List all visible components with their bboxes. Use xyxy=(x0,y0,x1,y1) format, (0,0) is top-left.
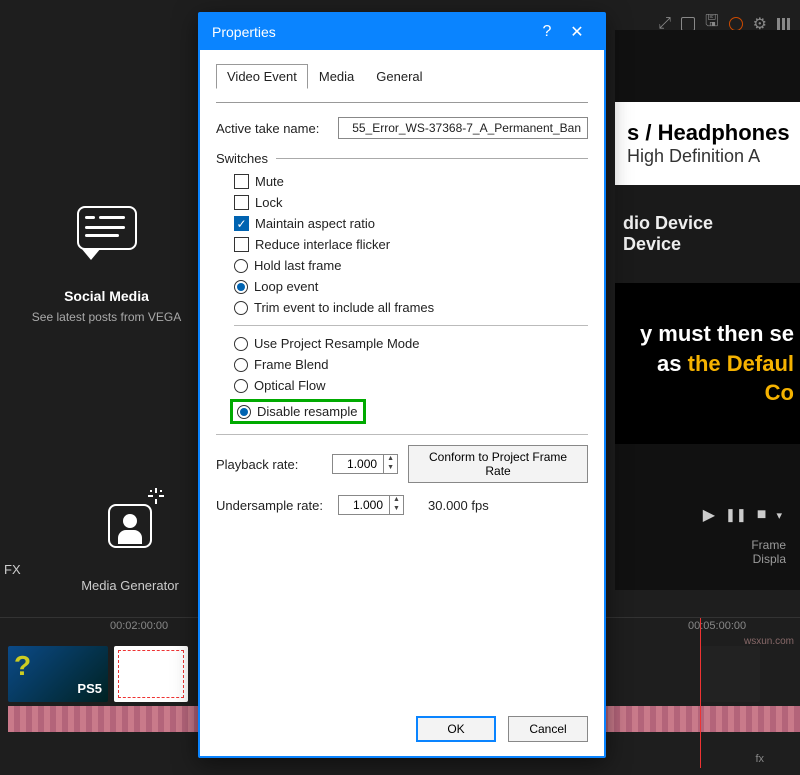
ruler-tick: 00:02:00:00 xyxy=(110,620,168,632)
properties-dialog: Properties ? ✕ Video Event Media General… xyxy=(198,12,606,758)
maintain-label: Maintain aspect ratio xyxy=(255,216,375,231)
doc-icon[interactable] xyxy=(681,17,695,31)
playback-rate-label: Playback rate: xyxy=(216,457,322,472)
video-clip[interactable]: ? xyxy=(8,646,108,702)
reduce-flicker-option[interactable]: Reduce interlace flicker xyxy=(234,237,588,252)
preview-mid: dio Device Device xyxy=(615,185,800,283)
social-media-sub: See latest posts from VEGA xyxy=(14,310,199,324)
video-clip[interactable] xyxy=(700,646,760,702)
checkbox-checked-icon[interactable]: ✓ xyxy=(234,216,249,231)
optical-flow-option[interactable]: Optical Flow xyxy=(234,378,588,393)
spin-down-icon[interactable]: ▼ xyxy=(384,464,397,473)
radio-checked-icon[interactable] xyxy=(237,405,251,419)
preview-header: s / Headphones High Definition A xyxy=(615,102,800,185)
tab-video-event[interactable]: Video Event xyxy=(216,64,308,89)
undersample-rate-label: Undersample rate: xyxy=(216,498,328,513)
social-media-card[interactable]: Social Media See latest posts from VEGA xyxy=(14,200,199,324)
radio-icon[interactable] xyxy=(234,301,248,315)
display-label: Displa xyxy=(751,552,786,566)
frame-blend-option[interactable]: Frame Blend xyxy=(234,357,588,372)
fx-label: FX xyxy=(4,562,21,577)
radio-icon[interactable] xyxy=(234,358,248,372)
fps-readout: 30.000 fps xyxy=(428,498,489,513)
mute-label: Mute xyxy=(255,174,284,189)
frame-label: Frame xyxy=(751,538,786,552)
undersample-rate-input[interactable] xyxy=(338,495,390,515)
active-take-label: Active take name: xyxy=(216,121,328,136)
spin-up-icon[interactable]: ▲ xyxy=(384,455,397,464)
playback-rate-input[interactable] xyxy=(332,454,384,474)
media-generator-card[interactable]: Media Generator xyxy=(60,490,200,593)
checkbox-icon[interactable] xyxy=(234,195,249,210)
ok-button[interactable]: OK xyxy=(416,716,496,742)
mute-option[interactable]: Mute xyxy=(234,174,588,189)
active-take-input[interactable]: 55_Error_WS-37368-7_A_Permanent_Ban xyxy=(338,117,588,139)
media-generator-label: Media Generator xyxy=(60,578,200,593)
help-icon[interactable]: ? xyxy=(532,23,562,41)
undersample-rate-stepper[interactable]: ▲▼ xyxy=(338,495,404,515)
spin-up-icon[interactable]: ▲ xyxy=(390,496,403,505)
playback-rate-stepper[interactable]: ▲▼ xyxy=(332,454,398,474)
loop-label: Loop event xyxy=(254,279,318,294)
radio-icon[interactable] xyxy=(234,379,248,393)
project-resample-option[interactable]: Use Project Resample Mode xyxy=(234,336,588,351)
maintain-aspect-option[interactable]: ✓ Maintain aspect ratio xyxy=(234,216,588,231)
cancel-button[interactable]: Cancel xyxy=(508,716,588,742)
media-generator-icon xyxy=(90,490,170,560)
preview-hdr-1: s / Headphones xyxy=(627,120,790,145)
options-icon[interactable]: ▾ xyxy=(776,509,782,522)
watermark: wsxun.com xyxy=(744,636,794,647)
stop-icon[interactable]: ■ xyxy=(757,506,767,524)
hold-label: Hold last frame xyxy=(254,258,341,273)
dialog-title: Properties xyxy=(212,24,276,40)
preview-mid-1: dio Device xyxy=(623,213,792,234)
lock-label: Lock xyxy=(255,195,282,210)
conform-button[interactable]: Conform to Project Frame Rate xyxy=(408,445,588,483)
loop-event-option[interactable]: Loop event xyxy=(234,279,588,294)
social-media-title: Social Media xyxy=(14,288,199,304)
optical-flow-label: Optical Flow xyxy=(254,378,326,393)
playhead[interactable] xyxy=(700,618,701,768)
record-icon[interactable] xyxy=(729,17,743,31)
speech-bubble-icon xyxy=(67,200,147,270)
trim-event-option[interactable]: Trim event to include all frames xyxy=(234,300,588,315)
radio-checked-icon[interactable] xyxy=(234,280,248,294)
disable-resample-label: Disable resample xyxy=(257,404,357,419)
radio-icon[interactable] xyxy=(234,337,248,351)
close-icon[interactable]: ✕ xyxy=(562,22,592,42)
video-clip[interactable] xyxy=(114,646,188,702)
preview-lower-3: Co xyxy=(621,378,794,408)
ruler-tick: 00:05:00:00 xyxy=(688,620,746,632)
radio-icon[interactable] xyxy=(234,259,248,273)
tab-general[interactable]: General xyxy=(365,64,433,89)
spin-down-icon[interactable]: ▼ xyxy=(390,505,403,514)
trim-label: Trim event to include all frames xyxy=(254,300,434,315)
reduce-label: Reduce interlace flicker xyxy=(255,237,390,252)
disable-resample-option[interactable]: Disable resample xyxy=(230,399,588,424)
hold-frame-option[interactable]: Hold last frame xyxy=(234,258,588,273)
dialog-tabs: Video Event Media General xyxy=(216,64,588,89)
preview-lower: y must then se as the Defaul Co xyxy=(615,283,800,444)
preview-status: Frame Displa xyxy=(751,538,786,566)
preview-lower-1: y must then se xyxy=(621,319,794,349)
play-icon[interactable]: ▶ xyxy=(703,505,715,525)
preview-controls: ▶ ❚❚ ■ ▾ xyxy=(703,505,782,525)
checkbox-icon[interactable] xyxy=(234,174,249,189)
preview-mid-2: Device xyxy=(623,234,792,255)
dialog-titlebar[interactable]: Properties ? ✕ xyxy=(200,14,604,50)
lock-option[interactable]: Lock xyxy=(234,195,588,210)
pause-icon[interactable]: ❚❚ xyxy=(725,507,747,523)
switches-header: Switches xyxy=(216,151,268,166)
frame-blend-label: Frame Blend xyxy=(254,357,328,372)
preview-hdr-2: High Definition A xyxy=(627,146,794,167)
tab-media[interactable]: Media xyxy=(308,64,365,89)
meter-icon[interactable] xyxy=(777,18,790,30)
track-fx-label[interactable]: fx xyxy=(755,753,764,765)
checkbox-icon[interactable] xyxy=(234,237,249,252)
preview-lower-2: as the Defaul xyxy=(621,349,794,379)
project-resample-label: Use Project Resample Mode xyxy=(254,336,419,351)
